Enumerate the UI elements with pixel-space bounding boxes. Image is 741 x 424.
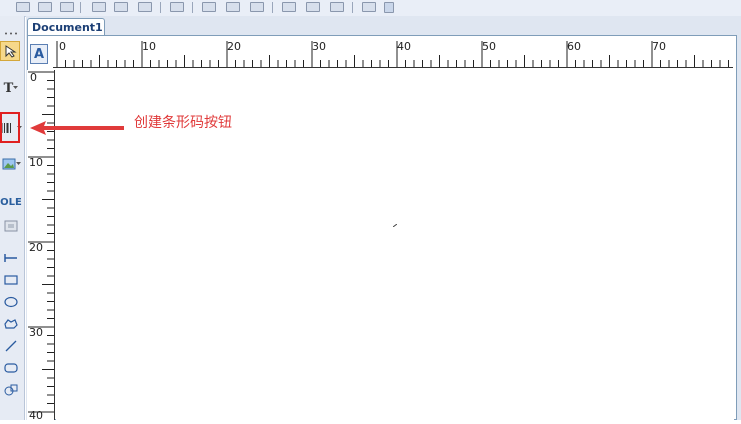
ruler-h-label: 30 — [312, 40, 326, 53]
select-tool[interactable] — [0, 41, 20, 61]
ruler-v-label: 20 — [29, 241, 43, 254]
toolbar-button-7[interactable] — [170, 2, 184, 12]
freeform-shape-icon — [4, 319, 18, 329]
line-icon — [4, 254, 17, 262]
freeform-tool[interactable] — [0, 314, 22, 334]
toolbar-button-2[interactable] — [38, 2, 52, 12]
toolbar-button-11[interactable] — [282, 2, 296, 12]
ruler-v-label: 40 — [29, 409, 43, 422]
ruler-v-label: 10 — [29, 156, 43, 169]
toolbar-separator — [80, 2, 81, 13]
diagonal-line-icon — [5, 340, 17, 352]
horizontal-ruler: 0 10 20 30 40 50 60 70 — [53, 40, 733, 68]
ruler-v-label: 0 — [30, 71, 37, 84]
tab-document1[interactable]: Document1 — [27, 18, 105, 35]
cursor-mark — [393, 224, 397, 227]
rectangle-icon — [4, 275, 18, 285]
ruler-corner-button[interactable]: A — [30, 44, 48, 64]
toolbar-separator — [272, 2, 273, 13]
annotation-arrow-icon — [30, 121, 124, 135]
dropdown-arrow-icon — [13, 86, 19, 89]
ruler-h-label: 50 — [482, 40, 496, 53]
text-tool[interactable]: T — [0, 78, 22, 98]
ruler-h-label: 60 — [567, 40, 581, 53]
toolbar-button-4[interactable] — [92, 2, 106, 12]
toolbar-button-1[interactable] — [16, 2, 30, 12]
toolbar-button-6[interactable] — [138, 2, 152, 12]
toolbar-button-9[interactable] — [226, 2, 240, 12]
shapes-tool[interactable] — [0, 380, 22, 400]
ellipse-tool[interactable] — [0, 292, 22, 312]
rounded-rectangle-tool[interactable] — [0, 358, 22, 378]
toolbar-separator — [192, 2, 193, 13]
toolbar-button-10[interactable] — [250, 2, 264, 12]
toolbar-separator — [160, 2, 161, 13]
diagonal-line-tool[interactable] — [0, 336, 22, 356]
grip-dots-icon — [5, 32, 17, 34]
toolbar-button-12[interactable] — [306, 2, 320, 12]
toolbar-button-5[interactable] — [114, 2, 128, 12]
barcode-tool-highlight — [0, 112, 20, 143]
ruler-h-label: 10 — [142, 40, 156, 53]
annotation-label: 创建条形码按钮 — [134, 115, 232, 131]
ruler-h-label: 0 — [59, 40, 66, 53]
line-tool[interactable] — [0, 248, 22, 268]
select-arrow-icon — [5, 45, 17, 58]
ole-tool[interactable]: OLE — [0, 192, 22, 212]
top-toolbar — [0, 0, 741, 17]
shapes-icon — [4, 384, 18, 396]
image-icon — [2, 158, 15, 170]
object-icon — [4, 220, 18, 232]
dropdown-arrow-icon — [15, 162, 21, 165]
ellipse-icon — [4, 296, 18, 308]
ole-tool-label: OLE — [0, 196, 22, 208]
rounded-rectangle-icon — [4, 363, 18, 373]
object-tool[interactable] — [0, 216, 22, 236]
ruler-h-label: 40 — [397, 40, 411, 53]
toolbar-button-8[interactable] — [202, 2, 216, 12]
image-tool[interactable] — [0, 154, 22, 174]
ruler-v-label: 30 — [29, 326, 43, 339]
ruler-h-label: 70 — [652, 40, 666, 53]
toolbar-button-13[interactable] — [330, 2, 344, 12]
ruler-h-label: 20 — [227, 40, 241, 53]
toolbar-button-3[interactable] — [60, 2, 74, 12]
text-tool-label: T — [3, 80, 14, 96]
left-toolbox: T OLE — [0, 16, 25, 420]
toolbar-separator — [352, 2, 353, 13]
toolbox-grip[interactable] — [0, 30, 22, 36]
toolbar-options-button[interactable] — [384, 2, 394, 13]
rectangle-tool[interactable] — [0, 270, 22, 290]
toolbar-button-14[interactable] — [362, 2, 376, 12]
